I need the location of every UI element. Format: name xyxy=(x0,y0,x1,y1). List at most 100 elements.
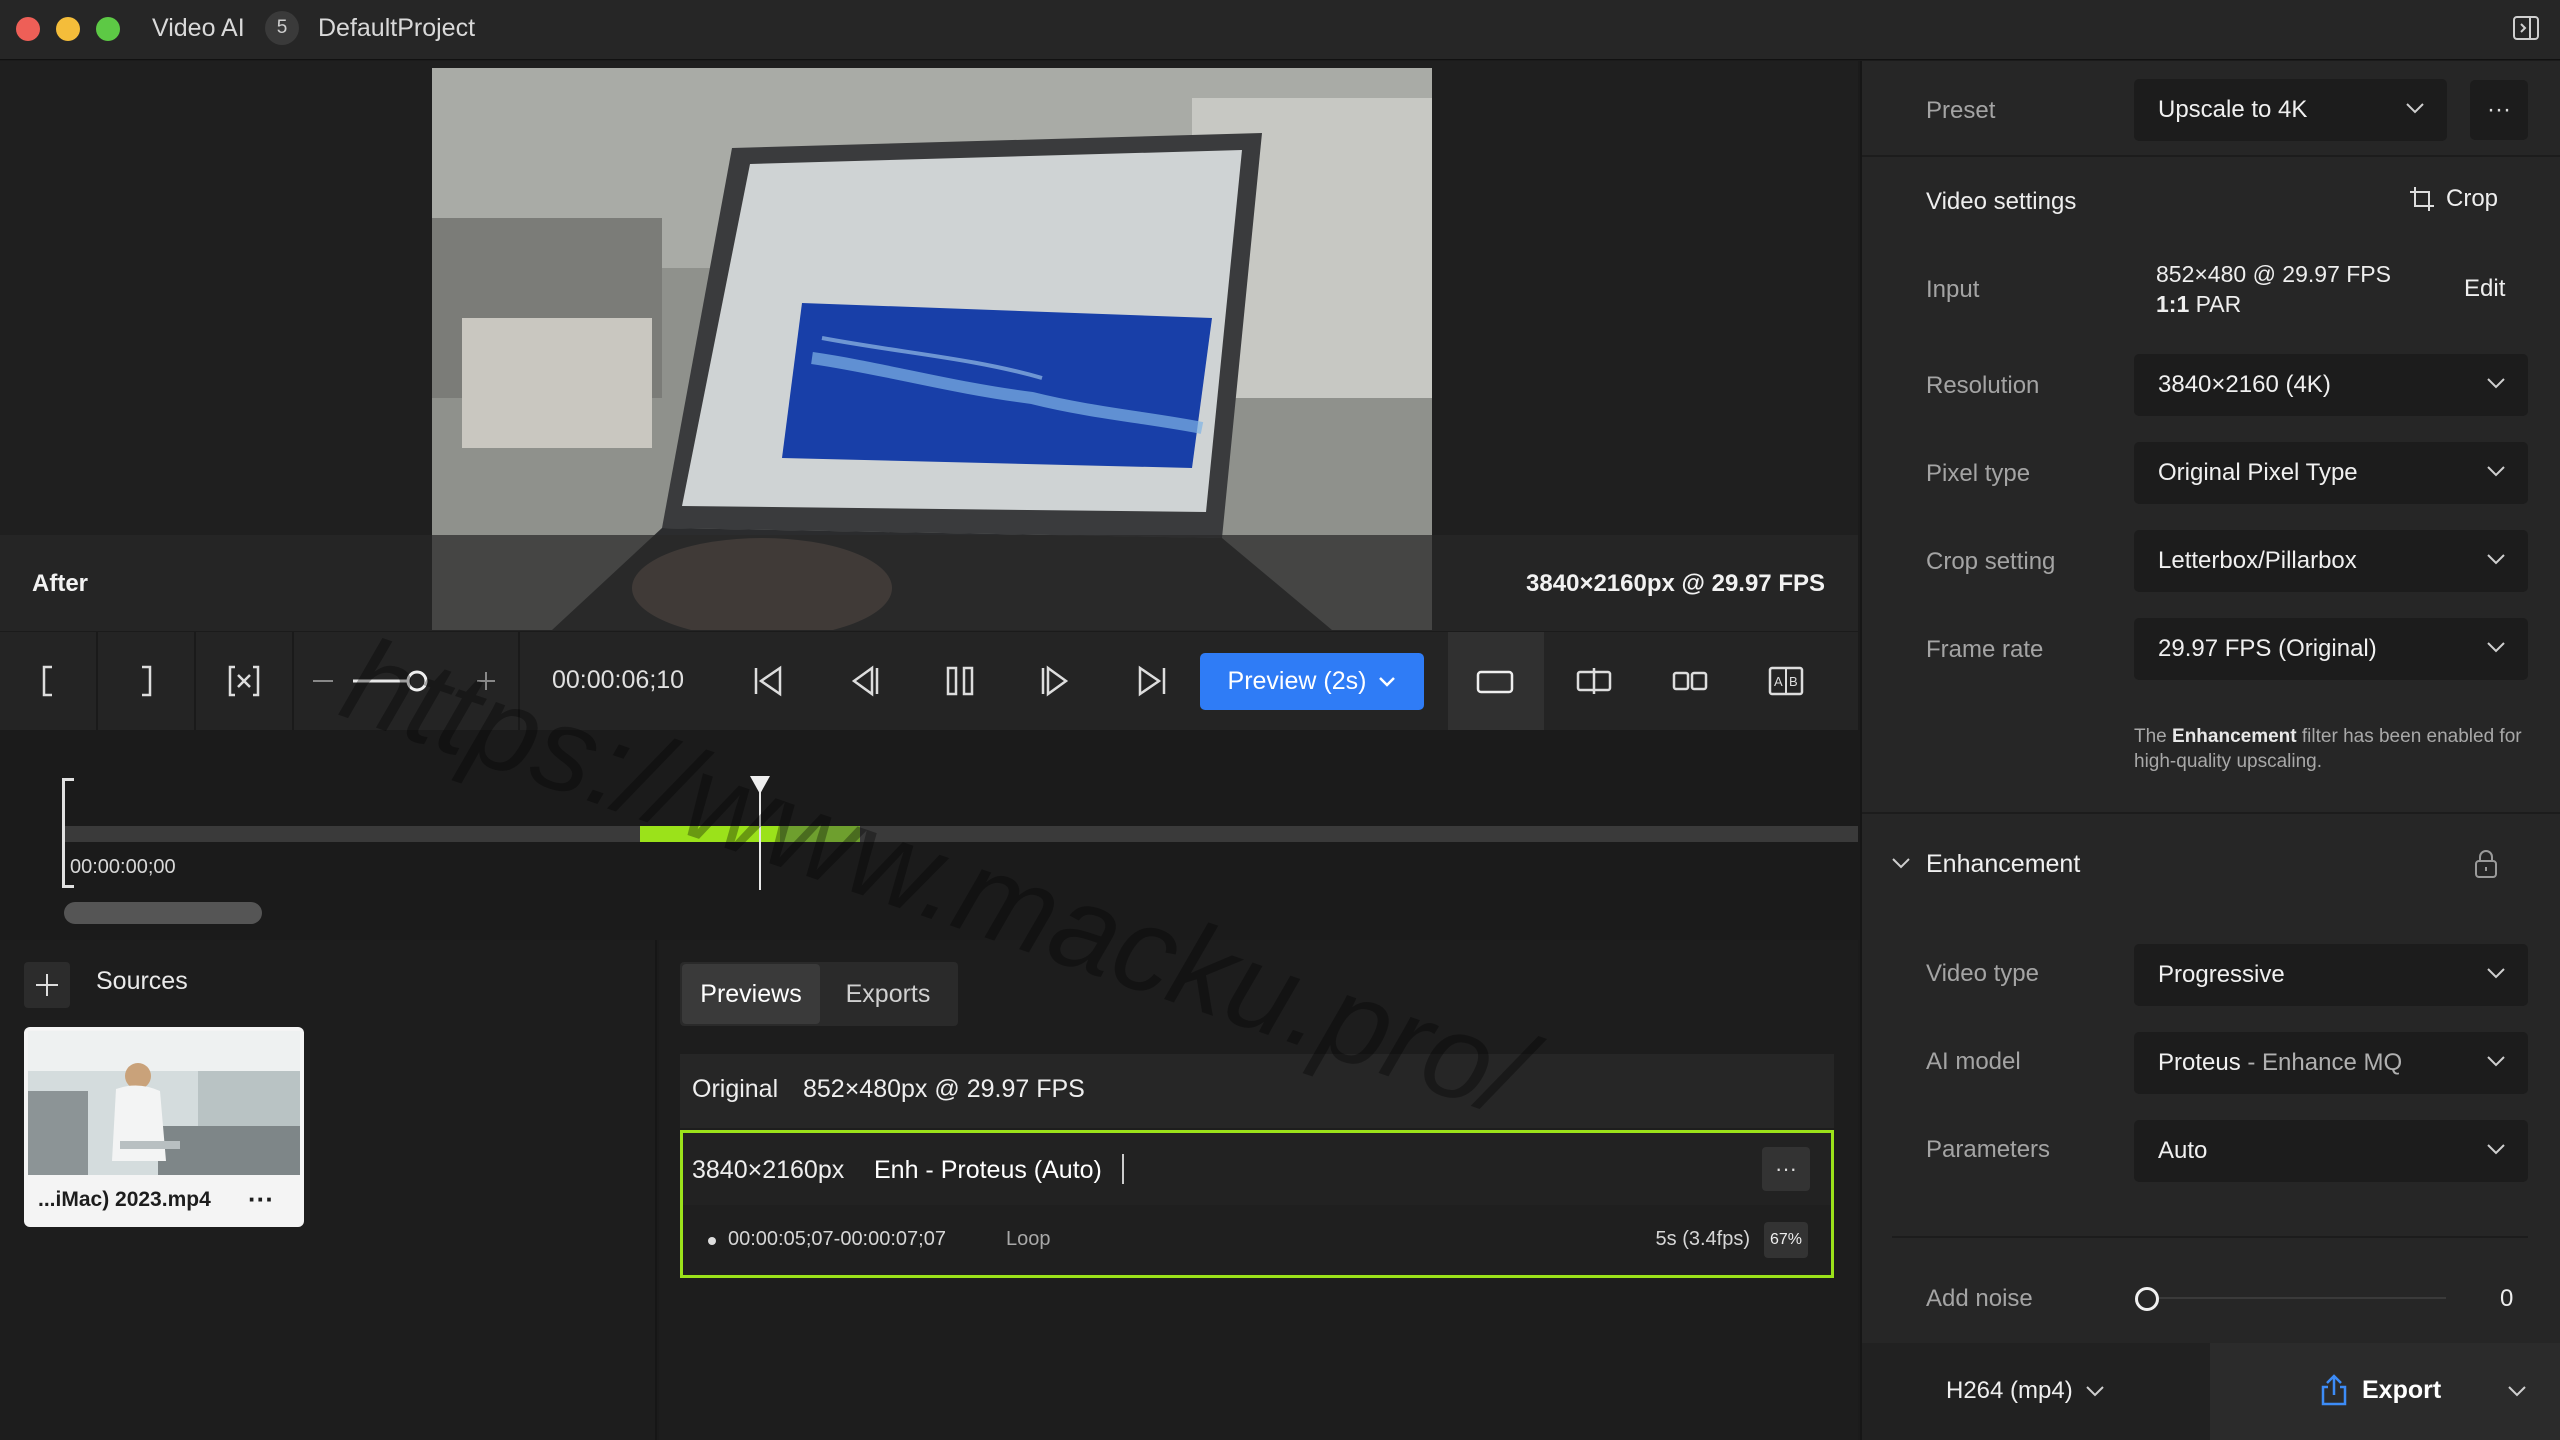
svg-text:B: B xyxy=(1789,674,1798,689)
add-noise-label: Add noise xyxy=(1926,1285,2033,1312)
preview-button[interactable]: Preview (2s) xyxy=(1200,653,1424,710)
input-label: Input xyxy=(1926,276,1980,303)
project-name[interactable]: DefaultProject xyxy=(318,14,475,43)
frame-rate-label: Frame rate xyxy=(1926,636,2044,663)
collapse-enhancement-icon[interactable] xyxy=(1890,856,1912,872)
text-cursor xyxy=(1122,1154,1124,1184)
enhanced-more-button[interactable]: ··· xyxy=(1762,1147,1810,1191)
bullet-icon xyxy=(708,1237,716,1245)
close-window-button[interactable] xyxy=(16,17,40,41)
previous-frame-button[interactable] xyxy=(826,632,902,730)
ai-model-variant: - Enhance MQ xyxy=(2240,1049,2403,1076)
divider xyxy=(1862,812,2560,814)
chevron-down-icon xyxy=(1379,676,1396,687)
export-options-chevron-icon[interactable] xyxy=(2506,1384,2528,1398)
resolution-label: Resolution xyxy=(1926,372,2040,399)
bracket-right-icon xyxy=(142,665,152,697)
preset-value: Upscale to 4K xyxy=(2158,96,2308,123)
next-frame-button[interactable] xyxy=(1018,632,1094,730)
preset-more-button[interactable]: ··· xyxy=(2470,80,2528,140)
frame-rate-dropdown[interactable]: 29.97 FPS (Original) xyxy=(2134,618,2528,680)
enhancement-note-bold: Enhancement xyxy=(2172,726,2297,747)
output-spec-label: 3840×2160px @ 29.97 FPS xyxy=(1526,570,1825,597)
crop-setting-value: Letterbox/Pillarbox xyxy=(2158,547,2357,574)
clear-range-icon xyxy=(228,665,260,697)
chevron-down-icon xyxy=(2086,1386,2104,1397)
divider xyxy=(1862,155,2560,157)
codec-dropdown[interactable]: H264 (mp4) xyxy=(1946,1377,2105,1405)
compare-ab-icon: AB xyxy=(1768,666,1804,696)
frame-rate-value: 29.97 FPS (Original) xyxy=(2158,635,2377,662)
ai-model-dropdown[interactable]: Proteus - Enhance MQ xyxy=(2134,1032,2528,1094)
timeline-scrollbar[interactable] xyxy=(64,902,262,924)
input-spec: 852×480 @ 29.97 FPS xyxy=(2156,261,2391,287)
playback-controls: AB xyxy=(0,632,1858,730)
skip-start-icon xyxy=(754,665,782,697)
crop-icon xyxy=(2410,187,2434,211)
enhanced-model-name: Enh - Proteus (Auto) xyxy=(874,1156,1102,1184)
sources-title: Sources xyxy=(96,967,188,995)
jump-to-end-button[interactable] xyxy=(1114,632,1190,730)
project-count-badge[interactable]: 5 xyxy=(265,11,299,45)
view-side-by-side-button[interactable] xyxy=(1642,632,1738,730)
ai-model-label: AI model xyxy=(1926,1048,2021,1075)
crop-setting-dropdown[interactable]: Letterbox/Pillarbox xyxy=(2134,530,2528,592)
source-item-more-button[interactable]: ··· xyxy=(248,1184,274,1215)
codec-value: H264 (mp4) xyxy=(1946,1377,2073,1404)
side-by-side-icon xyxy=(1672,671,1708,691)
resolution-value: 3840×2160 (4K) xyxy=(2158,371,2331,398)
enhancement-note-pre: The xyxy=(2134,726,2173,747)
source-thumbnail[interactable] xyxy=(28,1031,300,1175)
sidebar-toggle-icon[interactable] xyxy=(2512,14,2540,42)
tab-exports[interactable]: Exports xyxy=(820,964,956,1024)
enhanced-time-range: 00:00:05;07-00:00:07;07 xyxy=(728,1228,946,1250)
enhancement-title[interactable]: Enhancement xyxy=(1926,850,2080,879)
edit-input-button[interactable]: Edit xyxy=(2464,275,2505,303)
pixel-type-label: Pixel type xyxy=(1926,460,2031,487)
chevron-down-icon xyxy=(2487,1056,2505,1067)
preset-dropdown[interactable]: Upscale to 4K xyxy=(2134,79,2447,141)
plus-icon xyxy=(36,974,58,996)
bracket-left-icon xyxy=(42,665,52,697)
parameters-dropdown[interactable]: Auto xyxy=(2134,1120,2528,1182)
ai-model-value: Proteus xyxy=(2158,1049,2241,1076)
loop-toggle[interactable]: Loop xyxy=(1006,1228,1051,1251)
share-export-icon xyxy=(2321,1374,2347,1406)
resolution-dropdown[interactable]: 3840×2160 (4K) xyxy=(2134,354,2528,416)
chevron-down-icon xyxy=(2487,378,2505,389)
add-source-button[interactable] xyxy=(24,962,70,1008)
chevron-down-icon xyxy=(2487,466,2505,477)
preview-button-label: Preview (2s) xyxy=(1227,667,1367,695)
jump-to-start-button[interactable] xyxy=(730,632,806,730)
tab-previews[interactable]: Previews xyxy=(682,964,820,1024)
view-compare-button[interactable]: AB xyxy=(1738,632,1834,730)
set-in-point-button[interactable] xyxy=(0,632,96,730)
video-type-label: Video type xyxy=(1926,960,2039,987)
step-back-icon xyxy=(851,665,879,697)
video-type-dropdown[interactable]: Progressive xyxy=(2134,944,2528,1006)
minimize-window-button[interactable] xyxy=(56,17,80,41)
add-noise-slider-knob[interactable] xyxy=(2135,1287,2159,1311)
export-button[interactable]: Export xyxy=(2320,1373,2441,1407)
chevron-down-icon xyxy=(2406,103,2424,114)
source-item-name: ...iMac) 2023.mp4 xyxy=(38,1188,211,1211)
split-view-icon xyxy=(1576,668,1612,694)
add-noise-slider[interactable] xyxy=(2150,1297,2446,1299)
view-single-button[interactable] xyxy=(1448,632,1544,730)
skip-end-icon xyxy=(1138,665,1166,697)
pixel-type-value: Original Pixel Type xyxy=(2158,459,2358,486)
zoom-window-button[interactable] xyxy=(96,17,120,41)
svg-text:A: A xyxy=(1774,674,1783,689)
chevron-down-icon xyxy=(2487,642,2505,653)
set-out-point-button[interactable] xyxy=(98,632,194,730)
view-split-button[interactable] xyxy=(1546,632,1642,730)
pixel-type-dropdown[interactable]: Original Pixel Type xyxy=(2134,442,2528,504)
single-view-icon xyxy=(1476,670,1514,694)
lock-icon[interactable] xyxy=(2472,848,2500,880)
preset-label: Preset xyxy=(1926,97,1996,124)
chevron-down-icon xyxy=(2487,554,2505,565)
pause-button[interactable] xyxy=(922,632,998,730)
crop-setting-label: Crop setting xyxy=(1926,548,2056,575)
clear-in-out-button[interactable] xyxy=(196,632,292,730)
crop-button[interactable]: Crop xyxy=(2408,185,2498,213)
